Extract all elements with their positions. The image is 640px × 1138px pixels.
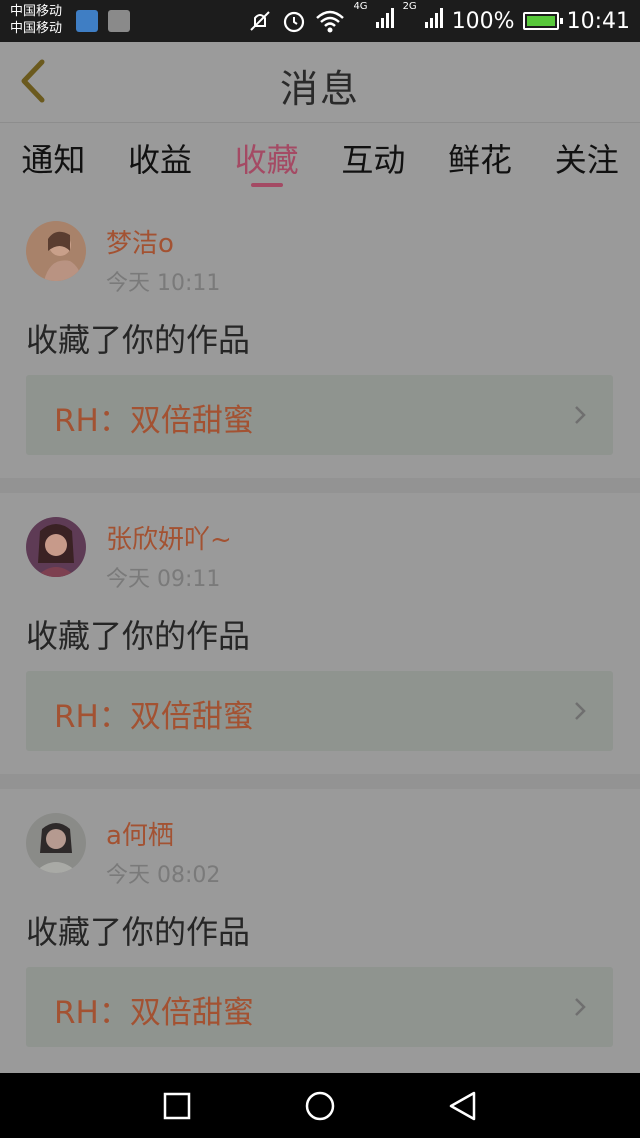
tab-interactions[interactable]: 互动 <box>320 123 427 197</box>
tab-favorites[interactable]: 收藏 <box>213 123 320 197</box>
wifi-icon <box>316 10 345 33</box>
timestamp: 今天 09:11 <box>106 567 221 592</box>
tab-earnings[interactable]: 收益 <box>107 123 214 197</box>
divider <box>0 478 640 493</box>
work-link[interactable]: RH：双倍甜蜜 <box>26 671 613 751</box>
network-1-label: 4G <box>353 1 368 12</box>
app-notification-icon <box>76 10 98 32</box>
status-bar: 中国移动 中国移动 4G 2G 100% 10:41 <box>0 0 640 42</box>
system-nav-bar <box>0 1073 640 1138</box>
signal-icon <box>375 8 394 28</box>
work-title: RH：双倍甜蜜 <box>54 699 254 735</box>
recent-apps-icon[interactable] <box>160 1089 194 1123</box>
username[interactable]: 张欣妍吖~ <box>106 519 232 556</box>
work-link[interactable]: RH：双倍甜蜜 <box>26 967 613 1047</box>
header: 消息 <box>0 42 640 123</box>
action-text: 收藏了你的作品 <box>26 617 251 655</box>
battery-charging-icon <box>522 12 563 30</box>
tab-follows[interactable]: 关注 <box>533 123 640 197</box>
network-2-label: 2G <box>402 1 417 12</box>
username[interactable]: a何栖 <box>106 815 174 852</box>
signal-icon <box>424 8 443 28</box>
action-text: 收藏了你的作品 <box>26 321 251 359</box>
carrier-2: 中国移动 <box>10 21 63 36</box>
action-text: 收藏了你的作品 <box>26 913 251 951</box>
avatar[interactable] <box>26 517 86 577</box>
timestamp: 今天 10:11 <box>106 271 221 296</box>
battery-percent: 100% <box>451 8 515 34</box>
list-item: 张欣妍吖~ 今天 09:11 收藏了你的作品 RH：双倍甜蜜 <box>0 493 640 774</box>
home-icon[interactable] <box>303 1089 337 1123</box>
avatar[interactable] <box>26 221 86 281</box>
list-item: 梦洁o 今天 10:11 收藏了你的作品 RH：双倍甜蜜 <box>0 197 640 478</box>
chevron-right-icon <box>575 998 586 1016</box>
divider <box>0 774 640 789</box>
username[interactable]: 梦洁o <box>106 223 174 260</box>
carrier-1: 中国移动 <box>10 4 63 19</box>
work-title: RH：双倍甜蜜 <box>54 995 254 1031</box>
tab-notifications[interactable]: 通知 <box>0 123 107 197</box>
mute-icon <box>250 11 271 31</box>
back-icon[interactable] <box>446 1089 480 1123</box>
alarm-icon <box>284 11 305 33</box>
signal-1: 4G <box>353 1 394 35</box>
chevron-right-icon <box>575 702 586 720</box>
carrier-info: 中国移动 中国移动 <box>10 3 62 37</box>
timestamp: 今天 08:02 <box>106 863 221 888</box>
tab-bar: 通知 收益 收藏 互动 鲜花 关注 <box>0 123 640 197</box>
message-list: 梦洁o 今天 10:11 收藏了你的作品 RH：双倍甜蜜 张欣妍吖~ 今天 09… <box>0 197 640 1070</box>
chevron-right-icon <box>575 406 586 424</box>
work-link[interactable]: RH：双倍甜蜜 <box>26 375 613 455</box>
clock: 10:41 <box>566 8 630 34</box>
list-item: a何栖 今天 08:02 收藏了你的作品 RH：双倍甜蜜 <box>0 789 640 1070</box>
image-notification-icon <box>108 10 130 32</box>
signal-2: 2G <box>403 1 444 35</box>
avatar[interactable] <box>26 813 86 873</box>
page-title: 消息 <box>279 67 360 111</box>
tab-flowers[interactable]: 鲜花 <box>427 123 534 197</box>
work-title: RH：双倍甜蜜 <box>54 403 254 439</box>
